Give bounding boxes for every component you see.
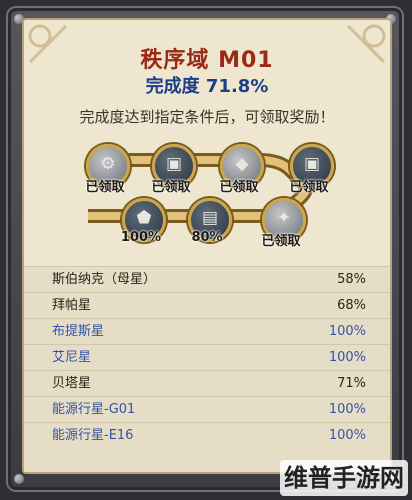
reward-threshold-label: 80% xyxy=(191,230,223,245)
reward-threshold-label: 100% xyxy=(120,230,162,245)
planet-name: 斯伯纳克（母星） xyxy=(52,272,157,287)
planet-progress: 58% xyxy=(337,272,366,287)
gear-ore-icon: ⚙ xyxy=(100,154,116,174)
rivet-icon xyxy=(14,474,24,484)
reward-status-label: 已领取 xyxy=(85,180,125,195)
list-item[interactable]: 贝塔星 71% xyxy=(24,370,390,396)
planet-progress: 100% xyxy=(328,324,366,339)
planet-name: 布提斯星 xyxy=(52,324,105,339)
planet-progress: 100% xyxy=(328,402,366,417)
planet-progress-list: 斯伯纳克（母星） 58% 拜帕星 68% 布提斯星 100% 艾尼星 100% … xyxy=(24,266,390,472)
reward-status-label: 已领取 xyxy=(151,180,191,195)
completion-panel: 秩序域 M01 完成度 71.8% 完成度达到指定条件后，可领取奖励！ ⚙ 已领… xyxy=(22,18,392,474)
reward-status-label: 已领取 xyxy=(261,234,301,249)
crystal-flask-icon: ⬟ xyxy=(136,208,152,228)
ore-cluster-icon: ✦ xyxy=(276,208,292,228)
watermark-logo: 维普手游网 xyxy=(280,460,408,496)
ore-pile-icon: ◆ xyxy=(235,154,249,174)
list-item[interactable]: 布提斯星 100% xyxy=(24,318,390,344)
list-item[interactable]: 拜帕星 68% xyxy=(24,292,390,318)
planet-name: 艾尼星 xyxy=(52,350,92,365)
list-item[interactable]: 能源行星-G01 100% xyxy=(24,396,390,422)
planet-name: 拜帕星 xyxy=(52,298,92,313)
planet-progress: 71% xyxy=(337,376,366,391)
list-item[interactable]: 能源行星-E16 100% xyxy=(24,422,390,448)
list-item[interactable]: 斯伯纳克（母星） 58% xyxy=(24,266,390,292)
planet-progress: 68% xyxy=(337,298,366,313)
reward-status-label: 已领取 xyxy=(219,180,259,195)
planet-name: 能源行星-G01 xyxy=(52,402,136,417)
treasure-chest-icon: ▤ xyxy=(201,208,219,228)
planet-name: 能源行星-E16 xyxy=(52,428,134,443)
planet-progress: 100% xyxy=(328,428,366,443)
planet-name: 贝塔星 xyxy=(52,376,92,391)
list-item[interactable]: 艾尼星 100% xyxy=(24,344,390,370)
planet-progress: 100% xyxy=(328,350,366,365)
reward-status-label: 已领取 xyxy=(289,180,329,195)
chest-badge-icon: ▣ xyxy=(303,154,321,174)
chest-badge-icon: ▣ xyxy=(165,154,183,174)
